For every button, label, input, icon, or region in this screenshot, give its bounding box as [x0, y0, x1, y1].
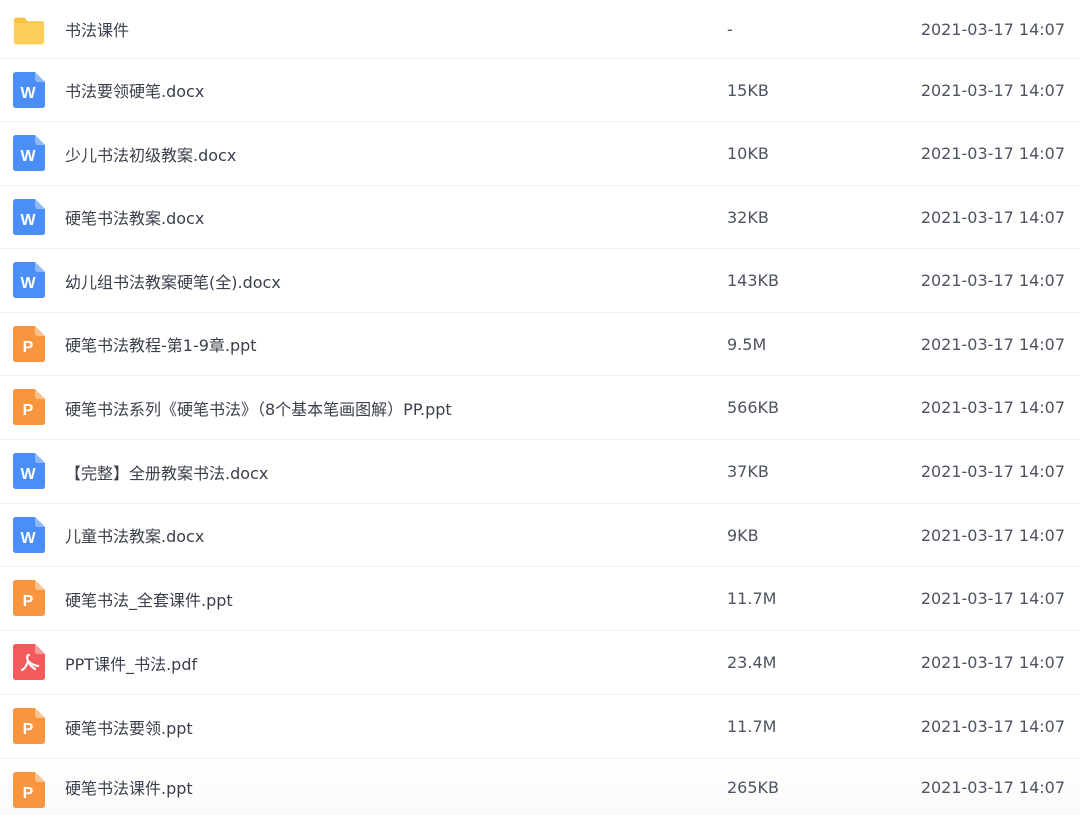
file-size: 15KB [727, 80, 769, 100]
file-name[interactable]: 书法要领硬笔.docx [65, 59, 204, 121]
file-name[interactable]: 幼儿组书法教案硬笔(全).docx [65, 249, 281, 312]
file-modified-date: 2021-03-17 14:07 [920, 80, 1065, 100]
file-row[interactable]: W 书法要领硬笔.docx 15KB 2021-03-17 14:07 [0, 59, 1080, 122]
file-row[interactable]: W 幼儿组书法教案硬笔(全).docx 143KB 2021-03-17 14:07 [0, 249, 1080, 313]
file-modified-date: 2021-03-17 14:07 [920, 19, 1065, 39]
powerpoint-document-icon: P [13, 772, 45, 808]
file-size: 32KB [727, 207, 769, 227]
file-row[interactable]: P 硬笔书法要领.ppt 11.7M 2021-03-17 14:07 [0, 695, 1080, 759]
file-name[interactable]: 【完整】全册教案书法.docx [65, 440, 268, 503]
word-document-icon: W [13, 72, 45, 108]
file-size: 37KB [727, 462, 769, 481]
svg-text:W: W [20, 275, 36, 292]
file-name[interactable]: 硬笔书法_全套课件.ppt [65, 567, 233, 630]
powerpoint-document-icon: P [13, 326, 45, 362]
file-size: - [727, 19, 733, 39]
file-modified-date: 2021-03-17 14:07 [920, 525, 1065, 545]
file-size: 566KB [727, 398, 780, 417]
word-document-icon: W [13, 262, 45, 298]
file-row[interactable]: P 硬笔书法教程-第1-9章.ppt 9.5M 2021-03-17 14:07 [0, 313, 1080, 376]
word-document-icon: W [13, 135, 45, 171]
file-list: 书法课件 - 2021-03-17 14:07 W 书法要领硬笔.docx 15KB 202… [0, 0, 1080, 815]
file-size: 143KB [727, 271, 780, 290]
powerpoint-document-icon: P [13, 389, 45, 425]
file-row[interactable]: PPT课件_书法.pdf 23.4M 2021-03-17 14:07 [0, 631, 1080, 695]
file-name[interactable]: 硬笔书法系列《硬笔书法》（8个基本笔画图解）PP.ppt [65, 376, 452, 439]
file-row[interactable]: P 硬笔书法课件.ppt 265KB 2021-03-17 14:07 [0, 759, 1080, 815]
file-modified-date: 2021-03-17 14:07 [920, 271, 1065, 290]
svg-text:W: W [20, 148, 36, 165]
file-name[interactable]: 书法课件 [65, 0, 129, 58]
powerpoint-document-icon: P [13, 708, 45, 744]
svg-text:P: P [23, 721, 34, 738]
file-modified-date: 2021-03-17 14:07 [920, 589, 1065, 608]
svg-text:P: P [23, 785, 34, 802]
file-row[interactable]: P 硬笔书法_全套课件.ppt 11.7M 2021-03-17 14:07 [0, 567, 1080, 631]
svg-text:W: W [20, 212, 36, 229]
file-row[interactable]: W 少儿书法初级教案.docx 10KB 2021-03-17 14:07 [0, 122, 1080, 186]
file-modified-date: 2021-03-17 14:07 [920, 334, 1065, 354]
svg-text:W: W [20, 530, 36, 547]
file-name[interactable]: 少儿书法初级教案.docx [65, 122, 236, 185]
word-document-icon: W [13, 453, 45, 489]
svg-text:P: P [23, 593, 34, 610]
file-size: 9KB [727, 525, 759, 545]
file-modified-date: 2021-03-17 14:07 [920, 653, 1065, 672]
svg-text:P: P [23, 339, 34, 356]
file-row[interactable]: W 硬笔书法教案.docx 32KB 2021-03-17 14:07 [0, 186, 1080, 249]
file-size: 10KB [727, 144, 769, 163]
file-modified-date: 2021-03-17 14:07 [920, 777, 1065, 797]
file-row[interactable]: 书法课件 - 2021-03-17 14:07 [0, 0, 1080, 59]
file-name[interactable]: 硬笔书法要领.ppt [65, 695, 193, 758]
file-modified-date: 2021-03-17 14:07 [920, 144, 1065, 163]
word-document-icon: W [13, 517, 45, 553]
file-size: 9.5M [727, 334, 767, 354]
file-name[interactable]: 儿童书法教案.docx [65, 504, 204, 566]
svg-text:W: W [20, 466, 36, 483]
file-size: 23.4M [727, 653, 777, 672]
file-modified-date: 2021-03-17 14:07 [920, 462, 1065, 481]
file-name[interactable]: PPT课件_书法.pdf [65, 631, 197, 694]
file-modified-date: 2021-03-17 14:07 [920, 717, 1065, 736]
file-modified-date: 2021-03-17 14:07 [920, 398, 1065, 417]
file-size: 265KB [727, 777, 780, 797]
svg-text:P: P [23, 402, 34, 419]
svg-text:W: W [20, 85, 36, 102]
powerpoint-document-icon: P [13, 580, 45, 616]
file-name[interactable]: 硬笔书法课件.ppt [65, 759, 193, 815]
pdf-document-icon [13, 644, 45, 680]
file-size: 11.7M [727, 717, 777, 736]
file-row[interactable]: W 【完整】全册教案书法.docx 37KB 2021-03-17 14:07 [0, 440, 1080, 504]
file-row[interactable]: W 儿童书法教案.docx 9KB 2021-03-17 14:07 [0, 504, 1080, 567]
file-name[interactable]: 硬笔书法教案.docx [65, 186, 204, 248]
word-document-icon: W [13, 199, 45, 235]
file-row[interactable]: P 硬笔书法系列《硬笔书法》（8个基本笔画图解）PP.ppt 566KB 2021-0… [0, 376, 1080, 440]
folder-icon [13, 13, 45, 49]
file-modified-date: 2021-03-17 14:07 [920, 207, 1065, 227]
file-name[interactable]: 硬笔书法教程-第1-9章.ppt [65, 313, 257, 375]
file-size: 11.7M [727, 589, 777, 608]
